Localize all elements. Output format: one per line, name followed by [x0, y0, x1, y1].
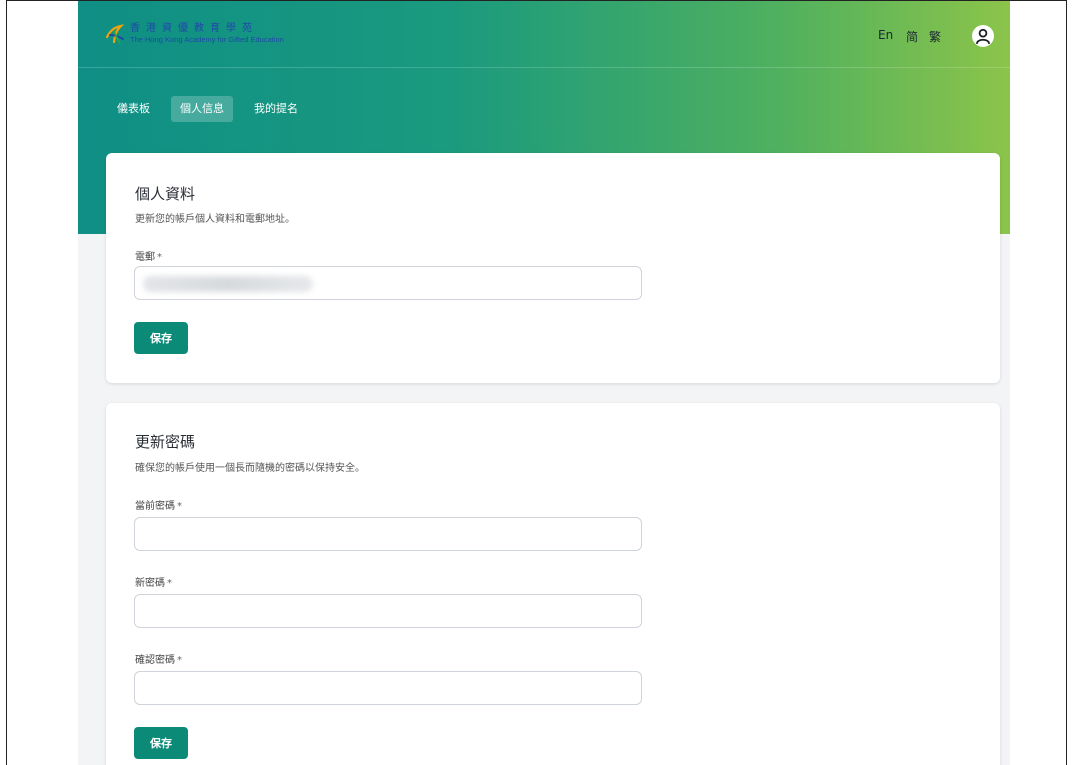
profile-info-card: 個人資料 更新您的帳戶個人資料和電郵地址。 電郵 * 保存 [106, 153, 1000, 383]
email-input[interactable] [134, 266, 642, 300]
logo-text: 香港資優教育學苑 The Hong Kong Academy for Gifte… [130, 24, 284, 44]
required-asterisk: * [157, 252, 162, 263]
redacted-email-value [143, 276, 313, 292]
confirm-password-label: 確認密碼 * [135, 651, 182, 666]
profile-save-button[interactable]: 保存 [134, 322, 188, 354]
tab-profile[interactable]: 個人信息 [171, 96, 233, 122]
logo-chinese-name: 香港資優教育學苑 [130, 23, 258, 35]
required-asterisk: * [177, 655, 182, 666]
logo-english-name: The Hong Kong Academy for Gifted Educati… [130, 35, 284, 45]
language-simplified-link[interactable]: 简 [906, 28, 918, 45]
confirm-password-label-text: 確認密碼 [135, 655, 175, 666]
new-password-label-text: 新密碼 [135, 578, 165, 589]
main-nav-tabs: 儀表板 個人信息 我的提名 [108, 96, 307, 122]
new-password-label: 新密碼 * [135, 574, 172, 589]
confirm-password-input[interactable] [134, 671, 642, 705]
current-password-label: 當前密碼 * [135, 497, 182, 512]
tab-dashboard[interactable]: 儀表板 [108, 96, 159, 122]
frame-left-border [6, 0, 7, 765]
app-window: 香港資優教育學苑 The Hong Kong Academy for Gifte… [78, 1, 1010, 765]
current-password-input[interactable] [134, 517, 642, 551]
language-english-link[interactable]: En [878, 28, 893, 42]
password-card-title: 更新密碼 [135, 433, 196, 451]
new-password-input[interactable] [134, 594, 642, 628]
profile-card-subtitle: 更新您的帳戶個人資料和電郵地址。 [135, 214, 295, 225]
hkage-logo-icon [105, 24, 125, 44]
required-asterisk: * [167, 578, 172, 589]
user-avatar-button[interactable] [972, 25, 994, 47]
logo[interactable]: 香港資優教育學苑 The Hong Kong Academy for Gifte… [104, 23, 284, 45]
current-password-label-text: 當前密碼 [135, 501, 175, 512]
required-asterisk: * [177, 501, 182, 512]
frame-right-border [1066, 0, 1067, 765]
user-icon [976, 28, 990, 44]
password-save-button[interactable]: 保存 [134, 727, 188, 759]
update-password-card: 更新密碼 確保您的帳戶使用一個長而隨機的密碼以保持安全。 當前密碼 * 新密碼 * … [106, 403, 1000, 765]
email-label-text: 電郵 [135, 252, 155, 263]
tab-my-nominations[interactable]: 我的提名 [245, 96, 307, 122]
password-card-subtitle: 確保您的帳戶使用一個長而隨機的密碼以保持安全。 [135, 463, 365, 474]
email-field-label: 電郵 * [135, 248, 162, 263]
top-bar: 香港資優教育學苑 The Hong Kong Academy for Gifte… [78, 1, 1010, 68]
language-traditional-link[interactable]: 繁 [929, 28, 941, 45]
profile-card-title: 個人資料 [135, 185, 196, 203]
